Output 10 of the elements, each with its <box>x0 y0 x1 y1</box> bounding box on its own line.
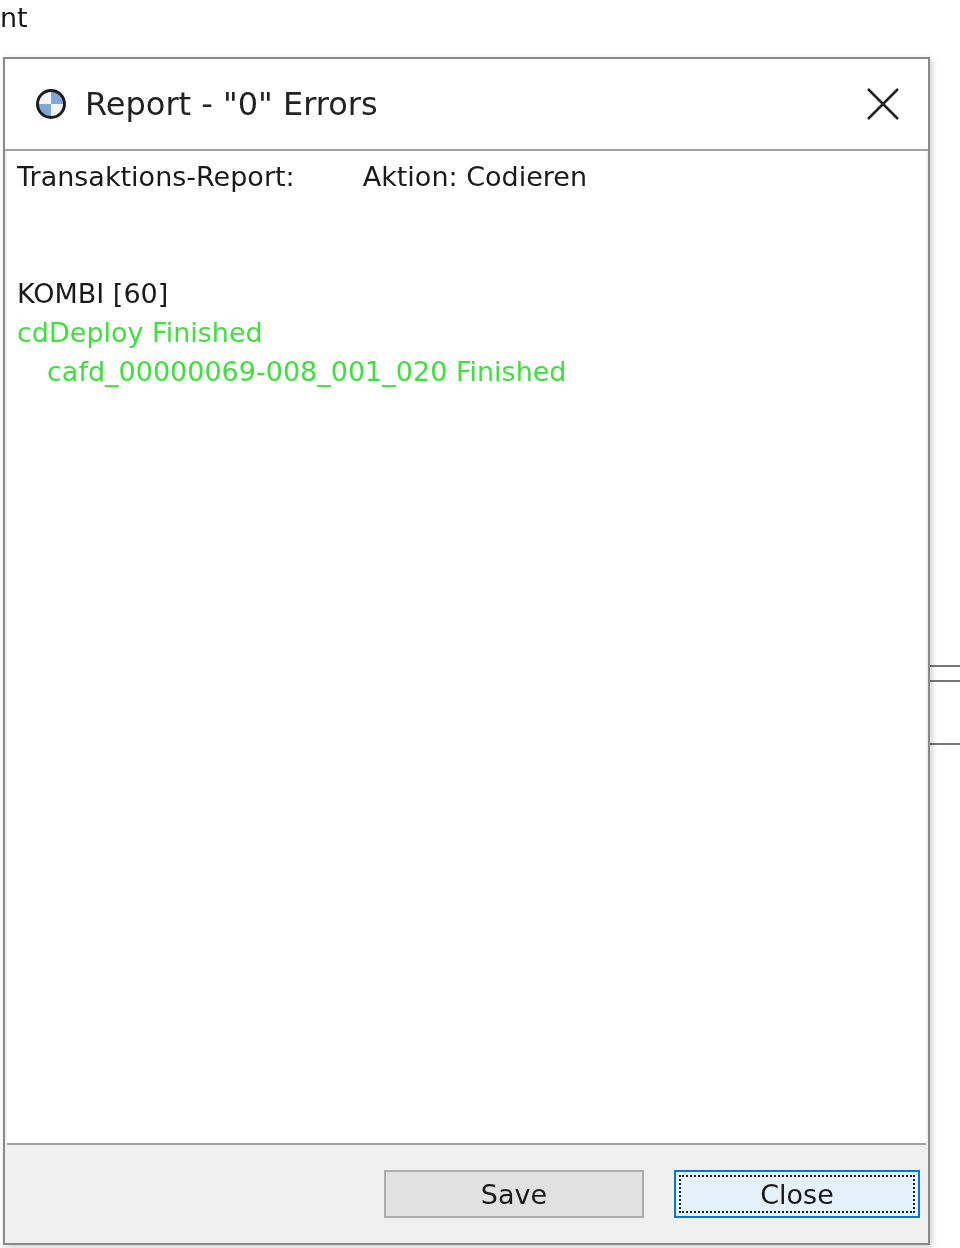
window-title: Report - "0" Errors <box>85 85 379 123</box>
report-line: KOMBI [60] <box>17 277 170 311</box>
background-text: nt <box>0 2 28 33</box>
report-line: cdDeploy Finished <box>17 316 264 350</box>
close-button[interactable]: Close <box>674 1170 920 1218</box>
close-icon[interactable] <box>866 87 900 121</box>
report-line: cafd_00000069-008_001_020 Finished <box>47 355 568 389</box>
action-label: Aktion: Codieren <box>362 161 588 192</box>
report-label: Transaktions-Report: <box>17 161 295 192</box>
save-button[interactable]: Save <box>384 1170 644 1218</box>
